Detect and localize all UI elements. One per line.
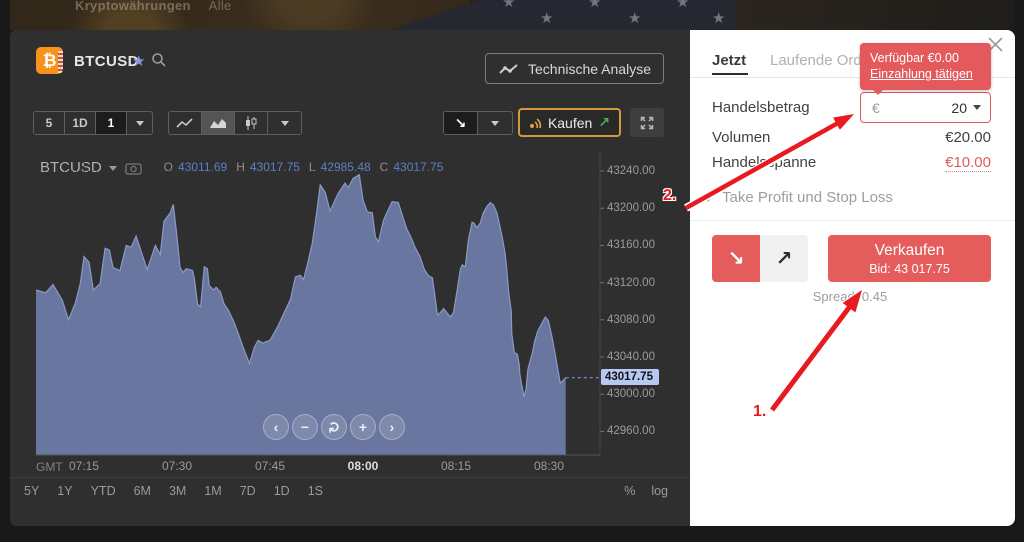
flag-star-icon: ★ bbox=[676, 0, 689, 11]
price-axis-label: 43040.00 bbox=[607, 351, 655, 363]
range-button-3m[interactable]: 3M bbox=[169, 484, 186, 498]
amount-field: € bbox=[860, 92, 991, 123]
volume-row: Volumen €20.00 bbox=[712, 129, 991, 146]
flag-star-icon: ★ bbox=[502, 0, 515, 11]
price-axis-label: 42960.00 bbox=[607, 425, 655, 437]
spread-cost-label: Handelsspanne bbox=[712, 154, 816, 172]
available-balance-text: Verfügbar €0.00 bbox=[870, 50, 981, 66]
price-axis-label: 43080.00 bbox=[607, 314, 655, 326]
price-axis-label: 43120.00 bbox=[607, 277, 655, 289]
range-button-1y[interactable]: 1Y bbox=[57, 484, 72, 498]
price-axis-label: 43000.00 bbox=[607, 388, 655, 400]
timezone-label: GMT bbox=[36, 460, 63, 474]
zoom-in-button[interactable]: + bbox=[350, 414, 376, 440]
deposit-link[interactable]: Einzahlung tätigen bbox=[870, 66, 981, 82]
range-buttons: 5Y 1Y YTD 6M 3M 1M 7D 1D 1S bbox=[10, 484, 323, 498]
flag-star-icon: ★ bbox=[588, 0, 601, 11]
volume-value: €20.00 bbox=[945, 129, 991, 146]
take-profit-row[interactable]: › Take Profit und Stop Loss bbox=[706, 188, 893, 206]
log-scale-button[interactable]: log bbox=[651, 484, 668, 498]
currency-symbol: € bbox=[872, 100, 880, 116]
time-axis-label: 07:15 bbox=[62, 459, 106, 473]
range-button-1d[interactable]: 1D bbox=[274, 484, 290, 498]
volume-label: Volumen bbox=[712, 129, 770, 146]
annotation-step-1: 1. bbox=[753, 403, 766, 421]
tooltip-caret bbox=[872, 89, 884, 95]
range-button-7d[interactable]: 7D bbox=[240, 484, 256, 498]
background-category-label: Kryptowährungen Alle bbox=[75, 0, 246, 13]
annotation-step-2: 2. bbox=[663, 187, 676, 205]
amount-label: Handelsbetrag bbox=[712, 99, 810, 116]
flag-star-icon: ★ bbox=[712, 9, 725, 27]
deposit-warning-tooltip: Verfügbar €0.00 Einzahlung tätigen bbox=[860, 43, 991, 90]
spread-cost-row: Handelsspanne €10.00 bbox=[712, 154, 991, 172]
reset-zoom-button[interactable]: ↻ bbox=[321, 414, 347, 440]
zoom-out-button[interactable]: − bbox=[292, 414, 318, 440]
time-axis-label: 08:30 bbox=[527, 459, 571, 473]
range-button-1m[interactable]: 1M bbox=[204, 484, 221, 498]
divider bbox=[690, 220, 1015, 221]
sell-order-button[interactable]: Verkaufen Bid: 43 017.75 bbox=[828, 235, 991, 282]
trade-panel: Jetzt Laufende Order Handelsbetrag € Ver… bbox=[690, 30, 1015, 526]
time-axis-label: 08:00 bbox=[341, 459, 385, 473]
chart-footer: 5Y 1Y YTD 6M 3M 1M 7D 1D 1S % log bbox=[10, 477, 690, 503]
percent-scale-button[interactable]: % bbox=[624, 484, 635, 498]
chart-panel: ₿ BTCUSD ★ Technische Analyse 51D1 bbox=[10, 30, 690, 526]
range-button-6m[interactable]: 6M bbox=[134, 484, 151, 498]
filter-label: Alle bbox=[209, 0, 232, 13]
time-axis-label: 07:45 bbox=[248, 459, 292, 473]
time-axis-label: 08:15 bbox=[434, 459, 478, 473]
sell-button-bid-price: Bid: 43 017.75 bbox=[869, 262, 950, 276]
arrow-down-right-icon: ↘ bbox=[728, 246, 745, 271]
flag-star-icon: ★ bbox=[540, 9, 553, 27]
flag-star-icon: ★ bbox=[628, 9, 641, 27]
category-label: Kryptowährungen bbox=[75, 0, 191, 13]
price-axis-label: 43160.00 bbox=[607, 239, 655, 251]
amount-input[interactable] bbox=[880, 100, 973, 116]
tab-jetzt[interactable]: Jetzt bbox=[712, 52, 746, 69]
spread-cost-value: €10.00 bbox=[945, 154, 991, 172]
price-axis-label: 43200.00 bbox=[607, 202, 655, 214]
page-backdrop: ★ ★ ★ ★ ★ ★ Kryptowährungen Alle bbox=[10, 0, 1015, 30]
range-button-ytd[interactable]: YTD bbox=[91, 484, 116, 498]
active-tab-underline bbox=[712, 73, 748, 75]
arrow-up-right-icon: ↗ bbox=[776, 246, 793, 271]
sell-button-label: Verkaufen bbox=[875, 242, 945, 260]
pan-left-button[interactable]: ‹ bbox=[263, 414, 289, 440]
take-profit-label: Take Profit und Stop Loss bbox=[722, 189, 893, 206]
spread-note: Spread: 0.45 bbox=[750, 289, 950, 304]
backdrop-right bbox=[735, 0, 1015, 30]
current-price-tag: 43017.75 bbox=[601, 369, 659, 385]
buy-direction-toggle[interactable]: ↗ bbox=[760, 235, 808, 282]
range-button-5y[interactable]: 5Y bbox=[24, 484, 39, 498]
chevron-right-icon: › bbox=[706, 188, 712, 206]
time-axis-label: 07:30 bbox=[155, 459, 199, 473]
chevron-down-icon[interactable] bbox=[973, 105, 981, 110]
sell-direction-toggle[interactable]: ↘ bbox=[712, 235, 760, 282]
pan-right-button[interactable]: › bbox=[379, 414, 405, 440]
range-button-1s[interactable]: 1S bbox=[308, 484, 323, 498]
price-axis-label: 43240.00 bbox=[607, 165, 655, 177]
